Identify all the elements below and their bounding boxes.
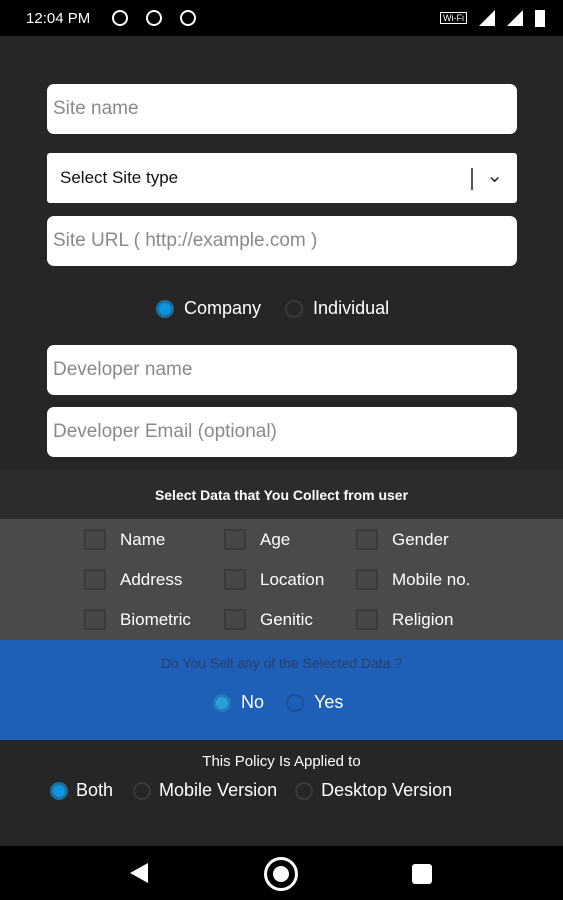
- checkbox-biometric[interactable]: Biometric: [84, 609, 191, 630]
- site-type-select[interactable]: Select Site type ⌄: [47, 153, 517, 203]
- checkbox-box[interactable]: [84, 569, 106, 590]
- site-name-input[interactable]: Site name: [47, 84, 517, 134]
- data-saver-icon: [180, 10, 197, 26]
- checkbox-location[interactable]: Location: [224, 569, 324, 590]
- checkbox-label: Religion: [392, 609, 454, 629]
- radio-individual-label[interactable]: Individual: [313, 298, 389, 319]
- checkbox-label: Name: [120, 529, 166, 549]
- checkbox-genitic[interactable]: Genitic: [224, 609, 313, 630]
- signal-icon-2: [507, 10, 523, 26]
- radio-desktop[interactable]: [295, 781, 314, 800]
- checkbox-box[interactable]: [356, 569, 378, 590]
- signal-icon: [479, 10, 495, 26]
- sell-data-question: Do You Sell any of the Selected Data ?: [160, 655, 403, 671]
- status-bar: 12:04 PM Wi-Fi: [0, 0, 563, 36]
- checkbox-age[interactable]: Age: [224, 529, 290, 550]
- radio-desktop-label[interactable]: Desktop Version: [321, 780, 452, 801]
- checkbox-label: Biometric: [120, 609, 191, 629]
- select-divider: [471, 168, 473, 190]
- back-icon[interactable]: [130, 863, 148, 883]
- checkbox-box[interactable]: [84, 529, 106, 550]
- radio-yes[interactable]: [286, 693, 305, 712]
- radio-company[interactable]: [156, 299, 174, 318]
- checkbox-gender[interactable]: Gender: [356, 529, 449, 550]
- checkbox-label: Address: [120, 569, 183, 589]
- checkbox-religion[interactable]: Religion: [356, 609, 453, 630]
- owner-type-group: Company Individual: [156, 298, 389, 319]
- checkbox-label: Location: [260, 569, 325, 589]
- wifi-calling-icon: Wi-Fi: [440, 12, 467, 24]
- policy-scope-heading: This Policy Is Applied to: [202, 753, 361, 770]
- checkbox-box[interactable]: [356, 529, 378, 550]
- checkbox-box[interactable]: [224, 529, 246, 550]
- checkbox-label: Mobile no.: [392, 569, 471, 589]
- battery-icon: [535, 9, 545, 27]
- radio-mobile[interactable]: [133, 781, 152, 800]
- radio-yes-label[interactable]: Yes: [314, 692, 343, 713]
- checkbox-box[interactable]: [224, 569, 246, 590]
- checkbox-label: Genitic: [260, 609, 313, 629]
- developer-email-input[interactable]: Developer Email (optional): [47, 407, 517, 457]
- radio-no-label[interactable]: No: [241, 692, 264, 713]
- sell-data-options: No Yes: [213, 692, 343, 713]
- radio-individual[interactable]: [285, 299, 304, 318]
- radio-mobile-label[interactable]: Mobile Version: [159, 780, 277, 801]
- data-checkbox-panel: Name Age Gender Address Location Mobile …: [0, 519, 563, 640]
- vpn-icon: [146, 10, 163, 26]
- recents-icon[interactable]: [412, 864, 432, 884]
- checkbox-box[interactable]: [356, 609, 378, 630]
- checkbox-address[interactable]: Address: [84, 569, 182, 590]
- checkbox-box[interactable]: [224, 609, 246, 630]
- policy-scope-options: Both Mobile Version Desktop Version: [50, 780, 452, 801]
- radio-both-label[interactable]: Both: [76, 780, 113, 801]
- chevron-down-icon[interactable]: ⌄: [486, 163, 503, 188]
- radio-no[interactable]: [213, 693, 231, 712]
- checkbox-mobile[interactable]: Mobile no.: [356, 569, 470, 590]
- sell-data-panel: Do You Sell any of the Selected Data ? N…: [0, 640, 563, 740]
- data-collection-heading: Select Data that You Collect from user: [0, 470, 563, 519]
- checkbox-name[interactable]: Name: [84, 529, 165, 550]
- site-type-selected: Select Site type: [60, 168, 179, 187]
- system-nav-bar: [0, 846, 563, 900]
- checkbox-label: Age: [260, 529, 291, 549]
- status-time: 12:04 PM: [26, 9, 91, 27]
- checkbox-label: Gender: [392, 529, 449, 549]
- checkbox-box[interactable]: [84, 609, 106, 630]
- developer-name-input[interactable]: Developer name: [47, 345, 517, 395]
- sync-icon: [112, 10, 129, 26]
- radio-company-label[interactable]: Company: [184, 298, 261, 319]
- radio-both[interactable]: [50, 781, 68, 800]
- site-url-input[interactable]: Site URL ( http://example.com ): [47, 216, 517, 266]
- home-icon[interactable]: [264, 857, 298, 891]
